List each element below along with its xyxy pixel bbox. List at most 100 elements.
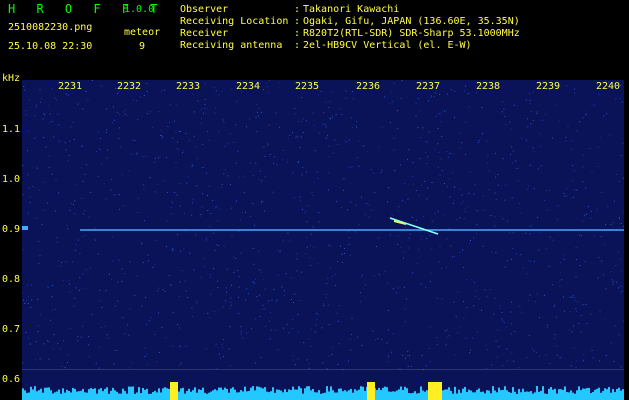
signal-level-bar [608, 387, 610, 400]
noise-dot [439, 174, 441, 176]
noise-dot [57, 113, 59, 115]
noise-dot [255, 116, 257, 118]
noise-dot [259, 294, 261, 296]
noise-dot [409, 233, 411, 235]
noise-dot [593, 235, 595, 237]
noise-dot [118, 259, 120, 261]
noise-dot [351, 91, 353, 93]
noise-dot [143, 188, 145, 190]
noise-dot [431, 220, 433, 222]
noise-dot [526, 357, 528, 358]
noise-dot [161, 90, 163, 92]
signal-level-bar [40, 388, 42, 400]
noise-dot [42, 118, 44, 120]
noise-dot [446, 329, 448, 331]
noise-dot [306, 246, 308, 248]
noise-dot [292, 359, 294, 361]
noise-dot [44, 114, 45, 116]
noise-dot [183, 150, 185, 151]
noise-dot [36, 217, 38, 219]
noise-dot [207, 313, 209, 314]
noise-dot [70, 126, 72, 128]
noise-dot [287, 161, 288, 163]
noise-dot [31, 299, 33, 301]
noise-dot [509, 232, 511, 234]
signal-level-bar [284, 389, 286, 400]
noise-dot [491, 364, 493, 366]
noise-dot [488, 170, 490, 172]
noise-dot [415, 102, 417, 104]
noise-dot [180, 250, 182, 252]
noise-dot [502, 101, 504, 103]
noise-dot [273, 156, 275, 158]
noise-dot [575, 366, 577, 368]
noise-dot [419, 231, 421, 233]
signal-level-bar [42, 392, 44, 400]
noise-dot [298, 121, 300, 122]
signal-level-bar [160, 392, 162, 400]
noise-dot [302, 118, 304, 120]
noise-dot [229, 307, 231, 309]
signal-level-bar [546, 393, 548, 400]
noise-dot [620, 155, 622, 157]
signal-level-bar [268, 392, 270, 400]
noise-dot [308, 338, 310, 340]
noise-dot [122, 205, 124, 207]
signal-level-bar [196, 392, 198, 400]
noise-dot [514, 330, 516, 332]
noise-dot [465, 121, 467, 123]
noise-dot [154, 334, 155, 336]
noise-dot [617, 287, 619, 289]
noise-dot [517, 180, 519, 182]
noise-dot [560, 262, 562, 264]
noise-dot [444, 330, 446, 332]
noise-dot [583, 353, 585, 355]
signal-level-bar [454, 386, 456, 400]
signal-level-bar [138, 387, 140, 400]
noise-dot [477, 331, 478, 333]
noise-dot [249, 162, 251, 164]
signal-level-bar [594, 389, 596, 400]
signal-level-bar [612, 389, 614, 400]
signal-level-bar [548, 388, 550, 400]
noise-dot [511, 258, 512, 260]
noise-dot [585, 187, 587, 189]
noise-dot [337, 364, 339, 366]
noise-dot [412, 183, 414, 185]
noise-dot [146, 91, 148, 92]
x-tick-label: 2231 [58, 81, 83, 92]
noise-dot [504, 322, 505, 324]
noise-dot [297, 162, 299, 164]
noise-dot [345, 97, 347, 99]
signal-level-bar [392, 391, 394, 400]
noise-dot [114, 350, 116, 351]
noise-dot [63, 280, 65, 282]
noise-dot [176, 148, 178, 149]
signal-level-bar [354, 389, 356, 400]
noise-dot [258, 269, 260, 271]
noise-dot [363, 145, 364, 147]
noise-dot [245, 299, 247, 301]
noise-dot [434, 213, 436, 214]
signal-level-bar [244, 386, 246, 400]
noise-dot [416, 263, 418, 265]
noise-dot [161, 326, 163, 328]
noise-dot [495, 199, 497, 201]
signal-level-bar [604, 388, 606, 400]
noise-dot [80, 145, 82, 147]
noise-dot [137, 151, 139, 153]
noise-dot [191, 316, 193, 317]
noise-dot [294, 364, 296, 366]
signal-level-bar [552, 389, 554, 400]
noise-dot [40, 101, 42, 103]
noise-dot [617, 251, 619, 253]
signal-level-bar [194, 387, 196, 400]
info-key-observer: Observer [180, 4, 229, 15]
noise-dot [158, 312, 159, 314]
noise-dot [563, 258, 565, 260]
x-tick-label: 2236 [356, 81, 381, 92]
noise-dot [328, 244, 330, 246]
noise-dot [405, 226, 406, 228]
noise-dot [215, 206, 217, 208]
noise-dot [336, 200, 338, 202]
